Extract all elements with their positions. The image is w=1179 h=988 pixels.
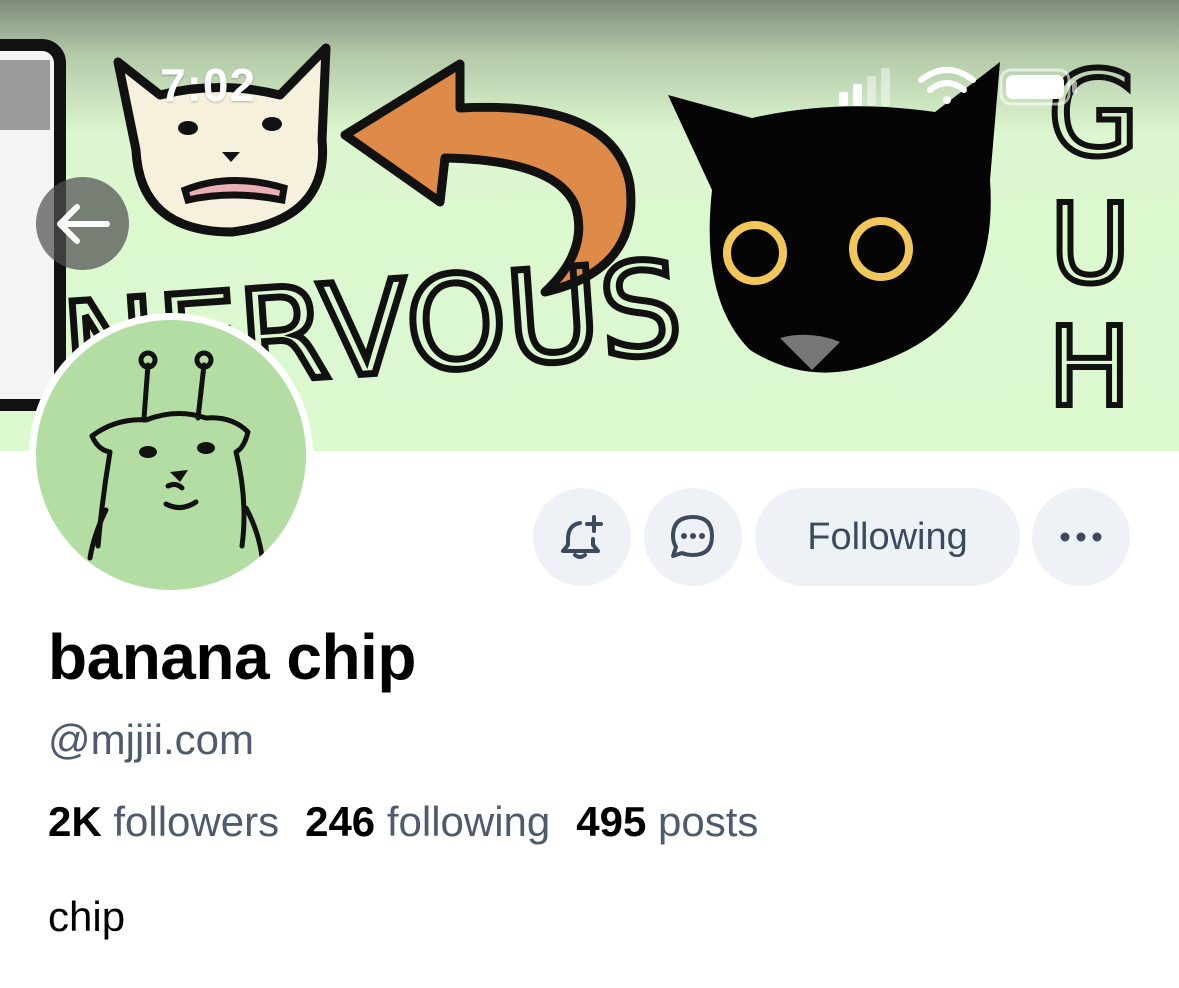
stat-followers-label: followers [113, 798, 280, 845]
banner-side-letter-h: H [1048, 303, 1131, 431]
battery-icon [999, 68, 1077, 106]
status-icons [839, 67, 1077, 106]
bell-plus-icon [561, 515, 603, 559]
avatar-illustration [87, 350, 265, 561]
stat-followers-value: 2K [48, 798, 114, 845]
stat-following[interactable]: 246 following [305, 798, 550, 846]
following-button[interactable]: Following [755, 488, 1020, 586]
stat-posts-value: 495 [576, 798, 659, 845]
more-options-button[interactable] [1032, 488, 1130, 586]
profile-stats: 2K followers 246 following 495 posts [48, 798, 784, 846]
ellipsis-icon [1060, 532, 1102, 542]
back-button[interactable] [36, 177, 129, 270]
arrow-left-icon [56, 203, 110, 244]
profile-handle: @mjjii.com [48, 716, 254, 763]
profile-bio: chip [48, 893, 126, 940]
chat-bubble-icon [671, 515, 714, 558]
stat-following-value: 246 [305, 798, 387, 845]
profile-screen: NERVOUS G U H 7:02 Following banana chip… [0, 0, 1179, 988]
stat-followers[interactable]: 2K followers [48, 798, 279, 846]
avatar[interactable] [29, 313, 313, 597]
display-name: banana chip [48, 621, 416, 693]
stat-posts-label: posts [658, 798, 759, 845]
notify-button[interactable] [533, 488, 631, 586]
status-time: 7:02 [160, 59, 257, 111]
cellular-signal-icon [839, 68, 890, 106]
stat-following-label: following [386, 798, 551, 845]
message-button[interactable] [644, 488, 742, 586]
wifi-icon [918, 67, 976, 104]
stat-posts: 495 posts [576, 798, 758, 846]
banner-side-letter-u: U [1050, 180, 1131, 308]
